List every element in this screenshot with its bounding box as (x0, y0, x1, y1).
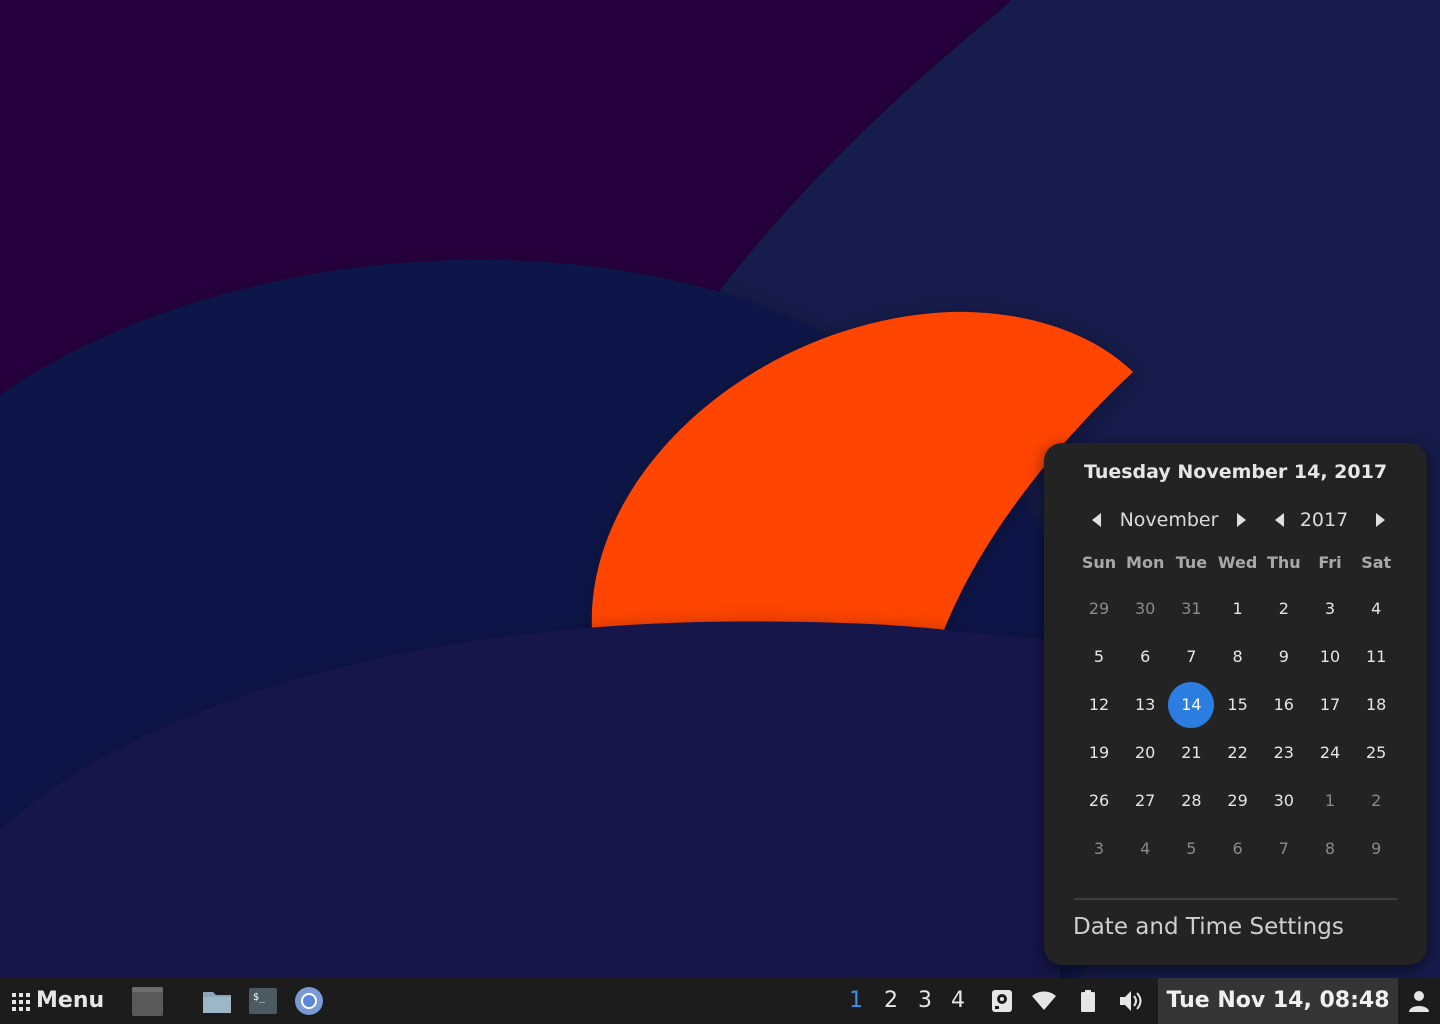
calendar-day[interactable]: 17 (1307, 682, 1353, 728)
calendar-day-selected[interactable]: 14 (1168, 682, 1215, 728)
calendar-day[interactable]: 7 (1168, 634, 1214, 680)
calendar-day[interactable]: 31 (1168, 586, 1214, 632)
calendar-day[interactable]: 19 (1076, 730, 1122, 776)
workspace-3[interactable]: 3 (916, 988, 934, 1013)
calendar-day[interactable]: 23 (1261, 730, 1307, 776)
workspace-2[interactable]: 2 (882, 988, 900, 1013)
calendar-day[interactable]: 16 (1261, 682, 1307, 728)
next-month-button[interactable] (1229, 506, 1253, 534)
calendar-day[interactable]: 26 (1076, 778, 1122, 824)
calendar-day[interactable]: 22 (1215, 730, 1261, 776)
bottom-panel: Menu $_ 1 2 3 4 Tue Nov 14, 08:48 (0, 978, 1440, 1024)
battery-icon[interactable] (1075, 988, 1101, 1014)
calendar-day[interactable]: 3 (1076, 826, 1122, 872)
year-label: 2017 (1299, 509, 1349, 531)
weekday-label: Fri (1318, 553, 1342, 572)
next-year-button[interactable] (1368, 506, 1392, 534)
calendar-day[interactable]: 6 (1215, 826, 1261, 872)
chevron-left-icon (1092, 513, 1101, 527)
menu-button[interactable]: Menu (8, 978, 120, 1024)
calendar-day[interactable]: 1 (1307, 778, 1353, 824)
calendar-day[interactable]: 30 (1261, 778, 1307, 824)
weekday-label: Mon (1126, 553, 1165, 572)
calendar-day[interactable]: 2 (1353, 778, 1399, 824)
weekday-label: Tue (1175, 553, 1208, 572)
calendar-day[interactable]: 18 (1353, 682, 1399, 728)
clock-text: Tue Nov 14, 08:48 (1166, 988, 1390, 1013)
terminal-icon[interactable]: $_ (248, 986, 278, 1016)
chevron-left-icon (1275, 513, 1284, 527)
calendar-date-heading: Tuesday November 14, 2017 (1083, 461, 1388, 483)
calendar-day[interactable]: 25 (1353, 730, 1399, 776)
calendar-day[interactable]: 7 (1261, 826, 1307, 872)
disk-icon[interactable] (989, 988, 1015, 1014)
clock-button[interactable]: Tue Nov 14, 08:48 (1158, 978, 1398, 1024)
calendar-day[interactable]: 28 (1168, 778, 1214, 824)
calendar-day[interactable]: 5 (1076, 634, 1122, 680)
date-time-settings-button[interactable]: Date and Time Settings (1073, 914, 1344, 940)
calendar-day[interactable]: 13 (1122, 682, 1168, 728)
calendar-popover: Tuesday November 14, 2017 November 2017 … (1044, 443, 1427, 965)
wifi-icon[interactable] (1031, 988, 1057, 1014)
calendar-day[interactable]: 1 (1215, 586, 1261, 632)
calendar-day[interactable]: 30 (1122, 586, 1168, 632)
calendar-day[interactable]: 8 (1215, 634, 1261, 680)
files-icon[interactable] (202, 986, 232, 1016)
calendar-day[interactable]: 3 (1307, 586, 1353, 632)
calendar-day[interactable]: 6 (1122, 634, 1168, 680)
calendar-day[interactable]: 8 (1307, 826, 1353, 872)
calendar-day-grid: 29 30 31 1 2 3 4 5 6 7 8 9 10 11 12 13 14 15 16 17 18 19 20 21 2… (1076, 586, 1430, 874)
calendar-day[interactable]: 29 (1076, 586, 1122, 632)
calendar-day[interactable]: 29 (1215, 778, 1261, 824)
weekday-label: Sun (1081, 553, 1117, 572)
calendar-day[interactable]: 27 (1122, 778, 1168, 824)
volume-icon[interactable] (1118, 988, 1144, 1014)
calendar-day[interactable]: 9 (1353, 826, 1399, 872)
app-grid-icon (12, 993, 30, 1011)
calendar-day[interactable]: 24 (1307, 730, 1353, 776)
calendar-day[interactable]: 4 (1353, 586, 1399, 632)
weekday-label: Thu (1266, 553, 1301, 572)
calendar-day[interactable]: 2 (1261, 586, 1307, 632)
month-label: November (1119, 509, 1219, 531)
calendar-day[interactable]: 15 (1215, 682, 1261, 728)
user-icon[interactable] (1406, 988, 1432, 1014)
calendar-day[interactable]: 21 (1168, 730, 1214, 776)
svg-text:$_: $_ (253, 992, 266, 1003)
calendar-day[interactable]: 12 (1076, 682, 1122, 728)
calendar-day[interactable]: 4 (1122, 826, 1168, 872)
prev-year-button[interactable] (1267, 506, 1291, 534)
calendar-day[interactable]: 5 (1168, 826, 1214, 872)
prev-month-button[interactable] (1084, 506, 1108, 534)
chevron-right-icon (1237, 513, 1246, 527)
weekday-label: Wed (1217, 553, 1258, 572)
menu-label: Menu (36, 988, 105, 1013)
calendar-day[interactable]: 11 (1353, 634, 1399, 680)
show-desktop-button[interactable] (132, 987, 163, 1016)
divider (1074, 898, 1397, 900)
chromium-icon[interactable] (294, 986, 324, 1016)
calendar-day[interactable]: 20 (1122, 730, 1168, 776)
calendar-day[interactable]: 9 (1261, 634, 1307, 680)
calendar-day[interactable]: 10 (1307, 634, 1353, 680)
chevron-right-icon (1376, 513, 1385, 527)
weekday-label: Sat (1361, 553, 1392, 572)
weekday-header: Sun Mon Tue Wed Thu Fri Sat (1076, 553, 1430, 575)
workspace-1[interactable]: 1 (847, 988, 865, 1013)
workspace-4[interactable]: 4 (949, 988, 967, 1013)
